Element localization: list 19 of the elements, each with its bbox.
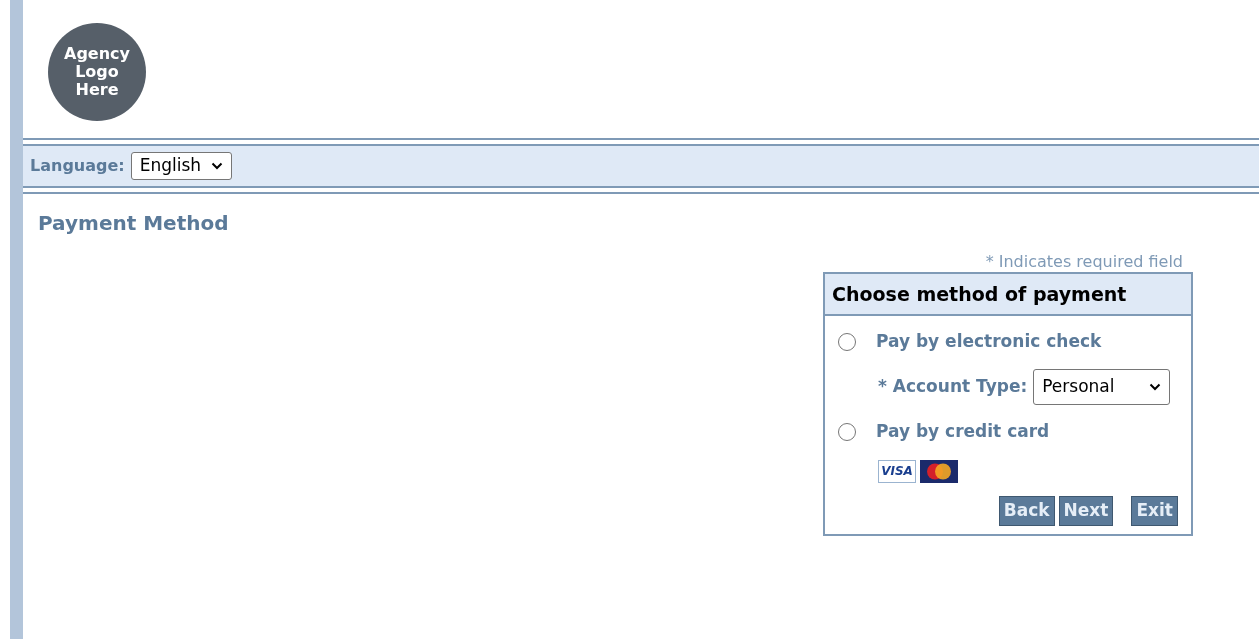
panel-title: Choose method of payment <box>825 274 1191 316</box>
payment-radio[interactable] <box>838 423 856 441</box>
nav-button[interactable]: Exit <box>1131 496 1178 526</box>
option-label: Pay by electronic check <box>876 330 1102 354</box>
nav-button[interactable]: Back <box>998 496 1055 526</box>
language-label: Language: <box>30 155 125 177</box>
option-label: Pay by credit card <box>876 420 1050 444</box>
nav-button[interactable]: Next <box>1058 496 1114 526</box>
account-type-label: * Account Type: <box>878 375 1028 399</box>
agency-logo: Agency Logo Here <box>48 23 146 121</box>
chevron-down-icon <box>1149 383 1162 391</box>
account-type-select[interactable]: Personal <box>1033 369 1171 405</box>
language-select[interactable]: English <box>130 152 233 180</box>
chevron-down-icon <box>211 162 224 170</box>
visa-card-icon: VISA <box>878 459 916 483</box>
page-title: Payment Method <box>38 210 229 237</box>
required-note: * Indicates required field <box>985 252 1184 272</box>
mastercard-icon <box>920 459 958 483</box>
payment-radio[interactable] <box>838 333 856 351</box>
